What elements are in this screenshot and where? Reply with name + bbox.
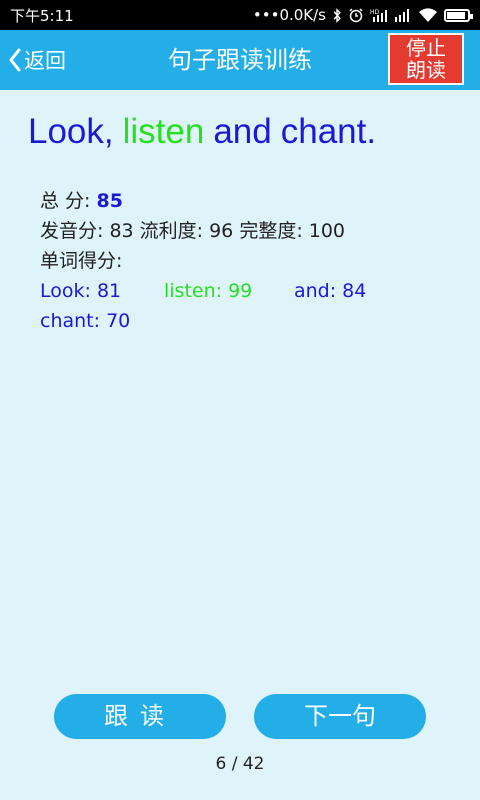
network-speed: •••0.0K/s [252, 6, 326, 24]
svg-text:HD: HD [370, 9, 380, 16]
chevron-left-icon [9, 48, 21, 72]
battery-icon [444, 8, 473, 22]
score-panel: 总 分: 85 发音分: 83 流利度: 96 完整度: 100 单词得分: L… [40, 186, 400, 336]
signal-icon [394, 8, 412, 22]
page-indicator: 6 / 42 [215, 754, 265, 774]
sentence-word: and [213, 112, 272, 151]
stop-label-line2: 朗读 [406, 58, 446, 82]
sentence-word: chant. [280, 112, 377, 151]
word-score: Look: 81 [40, 280, 122, 302]
alarm-icon [348, 7, 364, 23]
word-score: chant: 70 [40, 310, 131, 332]
practice-sentence: Look, listen and chant. [28, 112, 385, 152]
wifi-icon [418, 7, 438, 23]
word-score: and: 84 [294, 280, 367, 302]
total-score-row: 总 分: 85 [40, 186, 400, 216]
word-score-list: Look: 81 listen: 99 and: 84 chant: 70 [40, 276, 400, 336]
stop-label-line1: 停止 [406, 36, 446, 60]
next-sentence-button[interactable]: 下一句 [254, 694, 426, 739]
back-button[interactable]: 返回 [8, 30, 66, 90]
bluetooth-icon [332, 7, 342, 23]
hd-signal-icon: HD [370, 8, 388, 23]
sentence-word: Look, [28, 112, 114, 151]
total-score-label: 总 分: [40, 190, 97, 212]
detail-scores: 发音分: 83 流利度: 96 完整度: 100 [40, 220, 346, 242]
word-score: listen: 99 [164, 280, 253, 302]
status-bar: 下午5:11 •••0.0K/s HD [0, 0, 480, 30]
stop-reading-button[interactable]: 停止 朗读 [388, 33, 464, 85]
sentence-word: listen [122, 112, 205, 151]
word-score-label: 单词得分: [40, 250, 123, 272]
status-icons: •••0.0K/s HD [252, 6, 473, 24]
status-time: 下午5:11 [10, 6, 74, 25]
follow-read-button[interactable]: 跟读 [54, 694, 226, 739]
back-label: 返回 [24, 49, 66, 73]
total-score-value: 85 [96, 190, 123, 212]
